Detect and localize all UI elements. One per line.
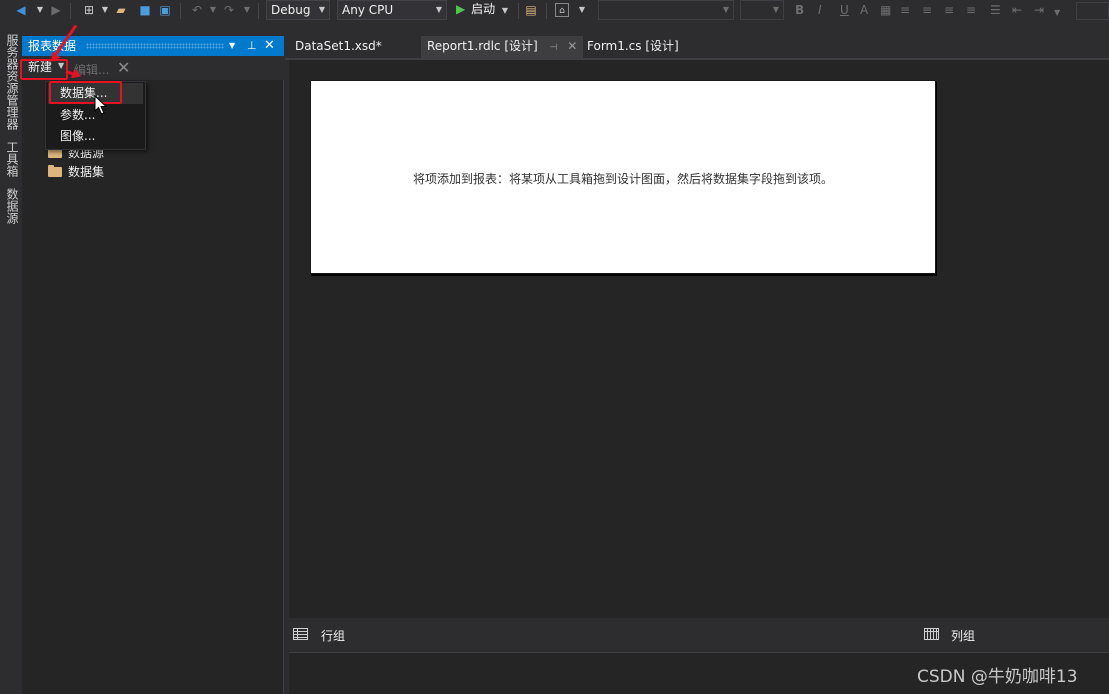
- close-icon[interactable]: ✕: [567, 39, 577, 53]
- report-body[interactable]: 将项添加到报表：将某项从工具箱拖到设计图面，然后将数据集字段拖到该项。: [310, 80, 936, 274]
- tab-label: Report1.rdlc [设计]: [427, 39, 538, 53]
- annotation-box-dataset: [49, 81, 122, 104]
- platform-select[interactable]: Any CPU ▼: [337, 0, 447, 20]
- row-groups-icon: [293, 628, 308, 640]
- toolbar-separator: [258, 3, 259, 19]
- toolbar-search-box[interactable]: [1076, 2, 1109, 20]
- menu-item-image[interactable]: 图像...: [48, 126, 143, 147]
- menu-item-label: 图像...: [60, 129, 96, 143]
- underline-button[interactable]: U: [840, 3, 849, 17]
- platform-value: Any CPU: [342, 3, 394, 17]
- column-groups-label: 列组: [951, 629, 976, 643]
- back-icon[interactable]: ◀: [14, 3, 28, 17]
- save-icon[interactable]: ■: [138, 3, 152, 17]
- tab-label: Form1.cs [设计]: [587, 39, 679, 53]
- column-groups-icon: [924, 628, 939, 640]
- document-tab-bar: DataSet1.xsd* Report1.rdlc [设计] ⊣ ✕ Form…: [285, 36, 1109, 58]
- toolbar-separator: [518, 3, 519, 19]
- grouping-divider: [289, 652, 1109, 653]
- italic-button[interactable]: I: [818, 3, 822, 17]
- row-groups-label: 行组: [321, 629, 346, 643]
- solution-config-select[interactable]: Debug ▼: [266, 0, 330, 20]
- main-toolbar: ◀ ▼ ▶ ⊞ ▼ ▰ ■ ▣ ↶ ▼ ↷ ▼ Debug ▼ Any CPU …: [0, 0, 1109, 24]
- chevron-down-icon: ▼: [772, 5, 779, 14]
- tab-label: DataSet1.xsd*: [295, 39, 382, 53]
- decrease-indent-icon[interactable]: ⇤: [1012, 3, 1022, 17]
- server-explorer-tab[interactable]: 服务器资源管理器: [2, 34, 19, 130]
- folder-icon: [48, 165, 62, 177]
- chevron-down-icon: ▼: [318, 5, 325, 14]
- grouping-header: 行组 列组: [289, 620, 1109, 652]
- redo-icon[interactable]: ↷: [222, 3, 236, 17]
- start-label: 启动: [471, 2, 496, 16]
- font-family-select[interactable]: ▼: [598, 0, 734, 20]
- close-icon[interactable]: ✕: [264, 36, 275, 56]
- chevron-down-icon: ▼: [435, 5, 442, 14]
- align-left-icon[interactable]: ≡: [900, 3, 910, 17]
- font-size-select[interactable]: ▼: [740, 0, 784, 20]
- left-tool-strip: 服务器资源管理器 工具箱 数据源: [0, 24, 22, 694]
- open-folder-icon[interactable]: ▰: [114, 3, 128, 17]
- save-all-icon[interactable]: ▣: [158, 3, 172, 17]
- pin-icon[interactable]: ⊥: [247, 36, 257, 56]
- tree-item-datasets[interactable]: 数据集: [48, 163, 104, 181]
- font-color-button[interactable]: A: [860, 3, 868, 17]
- background-color-icon[interactable]: ▦: [880, 3, 891, 17]
- chevron-down-icon: ▼: [722, 5, 729, 14]
- back-dropdown-icon[interactable]: ▼: [33, 3, 47, 17]
- tree-item-label: 数据集: [68, 165, 105, 179]
- new-project-icon[interactable]: ⊞: [82, 3, 96, 17]
- undo-icon[interactable]: ↶: [190, 3, 204, 17]
- align-right-icon[interactable]: ≡: [944, 3, 954, 17]
- pin-icon[interactable]: ⊣: [550, 43, 558, 53]
- solution-config-value: Debug: [271, 3, 311, 17]
- forward-icon[interactable]: ▶: [49, 3, 63, 17]
- bulleted-list-icon[interactable]: ☰: [990, 3, 1001, 17]
- home-icon[interactable]: ⌂: [555, 3, 569, 17]
- delete-icon[interactable]: ✕: [117, 58, 130, 77]
- data-sources-tab[interactable]: 数据源: [2, 188, 19, 224]
- toolbar-separator: [180, 3, 181, 19]
- tab-dataset1[interactable]: DataSet1.xsd*: [289, 36, 388, 58]
- bold-button[interactable]: B: [795, 3, 804, 17]
- redo-dropdown-icon[interactable]: ▼: [240, 3, 254, 17]
- annotation-box-new: [20, 59, 68, 80]
- toolbox-tab[interactable]: 工具箱: [2, 141, 19, 177]
- start-button[interactable]: ▶ 启动 ▼: [456, 1, 508, 19]
- panel-drag-handle[interactable]: [86, 43, 224, 49]
- report-empty-hint: 将项添加到报表：将某项从工具箱拖到设计图面，然后将数据集字段拖到该项。: [412, 172, 833, 186]
- new-dropdown-icon[interactable]: ▼: [98, 3, 112, 17]
- mouse-cursor-icon: [94, 95, 108, 115]
- justify-icon[interactable]: ≡: [966, 3, 976, 17]
- watermark: CSDN @牛奶咖啡13: [917, 667, 1078, 687]
- toolbar-separator: [70, 3, 71, 19]
- increase-indent-icon[interactable]: ⇥: [1034, 3, 1044, 17]
- panel-options-icon[interactable]: ▼: [229, 36, 235, 56]
- tab-form1[interactable]: Form1.cs [设计]: [581, 36, 685, 58]
- toolbar-separator: [546, 3, 547, 19]
- chevron-down-icon: ▼: [501, 6, 509, 15]
- play-icon: ▶: [456, 2, 466, 16]
- tab-report1[interactable]: Report1.rdlc [设计] ⊣ ✕: [421, 36, 584, 58]
- menu-item-label: 参数...: [60, 108, 96, 122]
- toolbar-overflow-icon[interactable]: ▼: [1054, 8, 1060, 17]
- undo-dropdown-icon[interactable]: ▼: [206, 3, 220, 17]
- customize-dropdown-icon[interactable]: ▼: [575, 3, 589, 17]
- align-center-icon[interactable]: ≡: [922, 3, 932, 17]
- find-in-files-icon[interactable]: ▤: [524, 3, 538, 17]
